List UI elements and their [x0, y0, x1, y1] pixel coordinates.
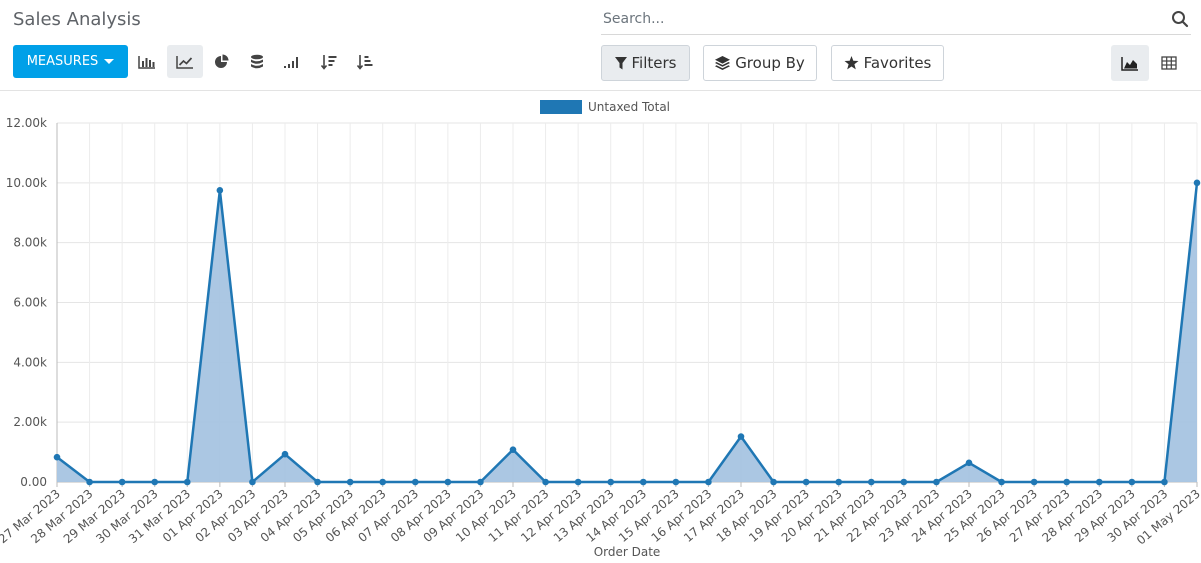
data-point[interactable]: [444, 478, 452, 486]
graph-view-button[interactable]: [1111, 45, 1149, 81]
favorites-label: Favorites: [863, 54, 932, 72]
data-point[interactable]: [346, 478, 354, 486]
group-by-button[interactable]: Group By: [703, 45, 817, 81]
data-point[interactable]: [672, 478, 680, 486]
search-icon[interactable]: [1171, 10, 1189, 28]
pivot-view-button[interactable]: [1150, 45, 1188, 81]
filter-icon: [614, 56, 627, 69]
pie-chart-button[interactable]: [204, 45, 240, 78]
area-chart-icon: [1121, 56, 1138, 71]
data-point[interactable]: [933, 478, 940, 486]
data-point[interactable]: [998, 478, 1005, 486]
data-point[interactable]: [379, 478, 387, 486]
bar-chart-button[interactable]: [129, 45, 165, 78]
filters-label: Filters: [631, 54, 677, 72]
data-point[interactable]: [86, 478, 93, 486]
pie-chart-icon: [215, 54, 229, 68]
y-axis: 0.00 2.00k 4.00k 6.00k 8.00k 10.00k 12.00k: [6, 116, 58, 489]
data-point[interactable]: [1161, 478, 1168, 486]
x-axis: 27 Mar 202328 Mar 202329 Mar 202330 Mar …: [0, 481, 1201, 548]
data-point[interactable]: [900, 478, 908, 486]
y-tick-label: 2.00k: [13, 415, 47, 429]
caret-down-icon: [104, 59, 115, 64]
y-tick-label: 8.00k: [13, 236, 47, 250]
data-point[interactable]: [607, 478, 615, 486]
stack-button[interactable]: [239, 45, 275, 78]
y-tick-label: 6.00k: [13, 296, 47, 310]
favorites-button[interactable]: Favorites: [831, 45, 944, 81]
data-point[interactable]: [216, 187, 224, 194]
data-point[interactable]: [770, 478, 777, 486]
data-point[interactable]: [835, 478, 843, 486]
y-tick-label: 10.00k: [6, 176, 47, 190]
data-point[interactable]: [1095, 478, 1103, 486]
line-chart-icon: [176, 55, 193, 69]
data-point[interactable]: [639, 478, 647, 486]
data-point[interactable]: [314, 478, 321, 486]
data-point[interactable]: [867, 478, 875, 486]
data-point[interactable]: [965, 459, 973, 467]
data-point[interactable]: [574, 478, 582, 486]
data-point[interactable]: [281, 450, 289, 458]
ascending-icon: [284, 56, 298, 68]
data-point[interactable]: [183, 478, 191, 486]
x-axis-label: Order Date: [594, 545, 661, 559]
legend-label: Untaxed Total: [588, 100, 670, 114]
table-icon: [1161, 56, 1177, 70]
data-point[interactable]: [509, 446, 517, 453]
data-point[interactable]: [705, 478, 712, 486]
line-chart-button[interactable]: [167, 45, 203, 78]
sort-ascending-icon: [357, 54, 373, 70]
page-title: Sales Analysis: [13, 9, 141, 30]
legend-swatch: [540, 100, 582, 114]
y-tick-label: 12.00k: [6, 116, 47, 130]
group-by-label: Group By: [735, 54, 805, 72]
data-point[interactable]: [802, 478, 810, 486]
sort-ascending-button[interactable]: [347, 45, 383, 78]
measures-label: MEASURES: [26, 54, 99, 69]
data-point[interactable]: [151, 478, 159, 486]
data-point[interactable]: [737, 433, 745, 440]
search-input[interactable]: [603, 8, 1163, 30]
layers-icon: [715, 56, 731, 70]
sort-descending-button[interactable]: [311, 45, 347, 78]
data-point[interactable]: [1063, 478, 1071, 486]
y-tick-label: 0.00: [20, 475, 47, 489]
data-point[interactable]: [118, 478, 126, 486]
data-point[interactable]: [249, 478, 256, 486]
data-point[interactable]: [411, 478, 419, 486]
data-point[interactable]: [53, 453, 61, 461]
filters-button[interactable]: Filters: [601, 45, 690, 81]
search-bar: [601, 6, 1191, 35]
bar-chart-icon: [138, 55, 155, 69]
sales-area-chart: Untaxed Total 0.00 2.00k 4.00k 6.00k 8.00k 10…: [0, 100, 1201, 559]
y-tick-label: 4.00k: [13, 355, 47, 369]
data-point[interactable]: [1030, 478, 1038, 486]
sort-descending-icon: [321, 54, 337, 70]
data-point[interactable]: [542, 478, 549, 486]
star-icon: [844, 56, 859, 70]
data-point[interactable]: [1193, 179, 1201, 187]
ascending-button[interactable]: [274, 45, 310, 78]
chart-legend: Untaxed Total: [540, 100, 670, 114]
data-point[interactable]: [477, 478, 484, 486]
stack-icon: [251, 54, 263, 68]
data-point[interactable]: [1128, 478, 1136, 486]
measures-button[interactable]: MEASURES: [13, 45, 128, 78]
series-area: [57, 182, 1197, 482]
